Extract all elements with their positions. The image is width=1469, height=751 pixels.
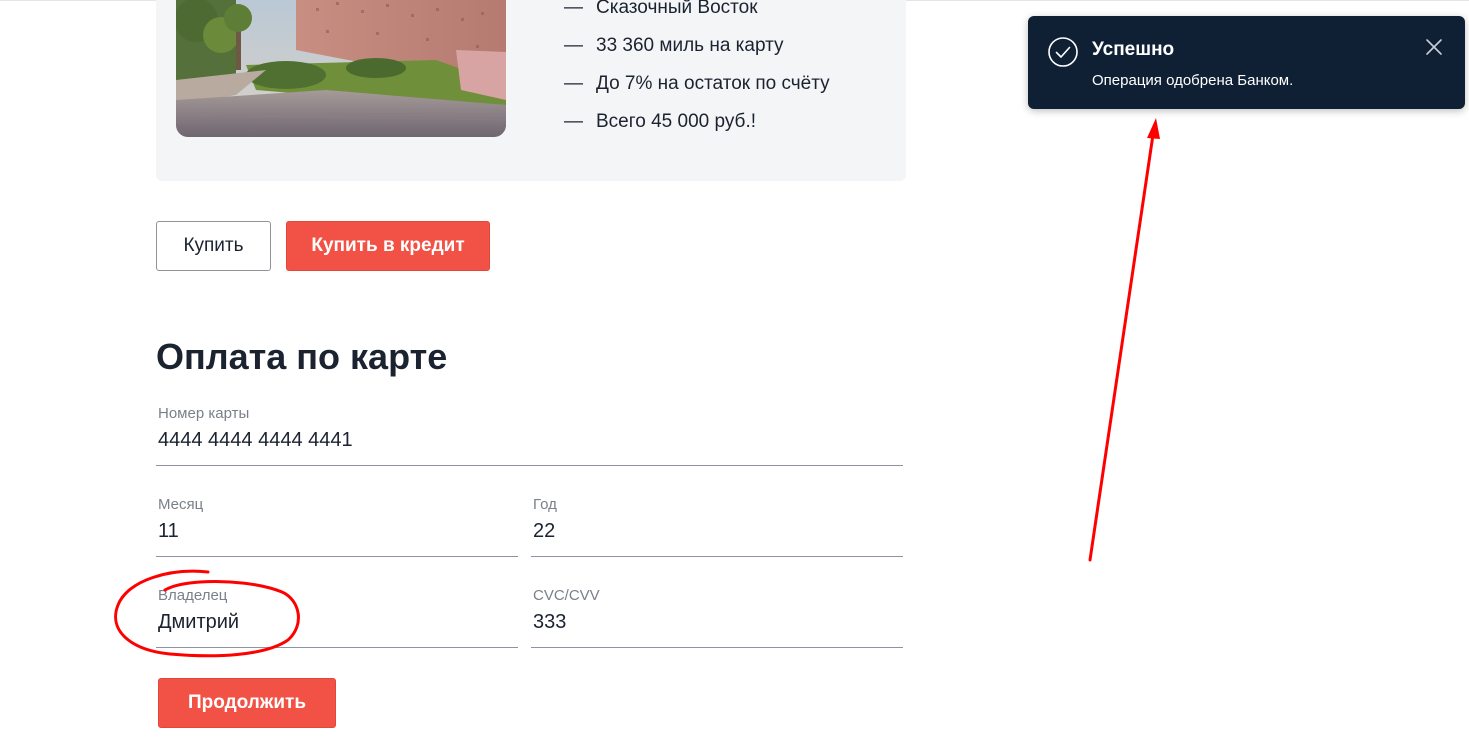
month-input[interactable]: 11 — [158, 520, 179, 543]
annotation-arrowhead — [1147, 118, 1160, 139]
owner-field[interactable]: Владелец Дмитрий — [156, 587, 518, 648]
field-underline — [531, 556, 903, 557]
field-underline — [531, 647, 903, 648]
toast-title: Успешно — [1092, 39, 1175, 60]
field-underline — [156, 465, 903, 466]
cvc-field[interactable]: CVC/CVV 333 — [531, 587, 903, 648]
buy-credit-button[interactable]: Купить в кредит — [286, 221, 490, 271]
cvc-input[interactable]: 333 — [533, 611, 566, 634]
month-label: Месяц — [158, 496, 204, 513]
annotation-arrow-line — [1088, 126, 1156, 562]
year-field[interactable]: Год 22 — [531, 496, 903, 557]
success-toast: Успешно Операция одобрена Банком. — [1028, 16, 1465, 109]
buy-button[interactable]: Купить — [156, 221, 271, 271]
year-input[interactable]: 22 — [533, 520, 555, 543]
offer-photo — [176, 0, 506, 137]
feature-item: —33 360 миль на карту — [564, 35, 784, 56]
year-label: Год — [533, 496, 557, 513]
month-field[interactable]: Месяц 11 — [156, 496, 518, 557]
field-underline — [156, 647, 518, 648]
owner-label: Владелец — [158, 587, 228, 604]
feature-item: — Сказочный Восток — [564, 0, 758, 18]
close-icon[interactable] — [1423, 36, 1445, 58]
continue-button[interactable]: Продолжить — [158, 678, 336, 728]
card-number-label: Номер карты — [158, 405, 250, 422]
field-underline — [156, 556, 518, 557]
card-number-input[interactable]: 4444 4444 4444 4441 — [158, 429, 353, 452]
owner-input[interactable]: Дмитрий — [158, 611, 239, 634]
feature-item: — До 7% на остаток по счёту — [564, 73, 830, 94]
feature-item: — Всего 45 000 руб.! — [564, 111, 756, 132]
toast-message: Операция одобрена Банком. — [1092, 72, 1294, 89]
page-title: Оплата по карте — [156, 336, 448, 377]
check-circle-icon — [1048, 37, 1078, 67]
card-number-field[interactable]: Номер карты 4444 4444 4444 4441 — [156, 405, 903, 466]
cvc-label: CVC/CVV — [533, 587, 600, 604]
